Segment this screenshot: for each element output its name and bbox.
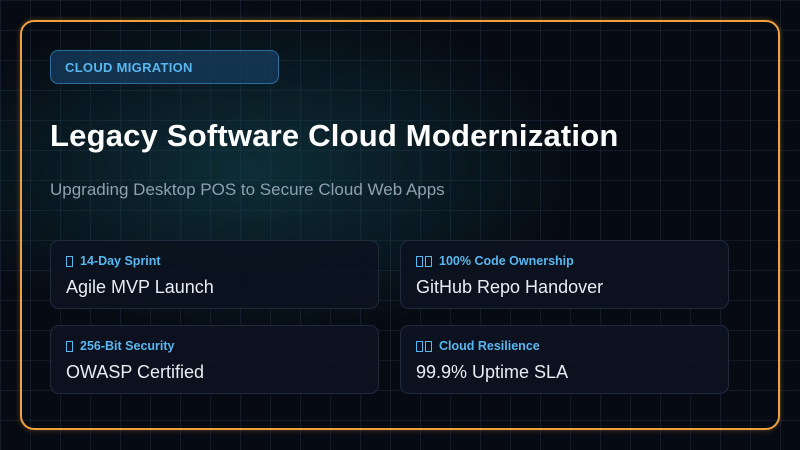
lock-icon (66, 340, 73, 352)
feature-card-label: 14-Day Sprint (66, 253, 363, 269)
feature-card-label-text: 100% Code Ownership (439, 254, 574, 268)
feature-card-value: Agile MVP Launch (66, 277, 214, 297)
page-subtitle: Upgrading Desktop POS to Secure Cloud We… (50, 180, 445, 199)
feature-card-sprint: 14-Day Sprint Agile MVP Launch (50, 240, 379, 309)
code-icon-variant (425, 255, 432, 267)
cloud-icon-variant (425, 340, 432, 352)
category-badge: CLOUD MIGRATION (50, 50, 279, 84)
calendar-icon (66, 255, 73, 267)
feature-card-code-ownership: 100% Code Ownership GitHub Repo Handover (400, 240, 729, 309)
feature-card-label: Cloud Resilience (416, 338, 713, 354)
feature-card-security: 256-Bit Security OWASP Certified (50, 325, 379, 394)
cloud-icon (416, 340, 423, 352)
feature-card-label: 100% Code Ownership (416, 253, 713, 269)
feature-card-value: GitHub Repo Handover (416, 277, 604, 297)
feature-card-label-text: Cloud Resilience (439, 339, 540, 353)
category-badge-label: CLOUD MIGRATION (65, 59, 193, 75)
feature-card-value: OWASP Certified (66, 362, 205, 382)
feature-card-label-text: 256-Bit Security (80, 339, 175, 353)
page-title: Legacy Software Cloud Modernization (50, 118, 619, 153)
feature-card-value: 99.9% Uptime SLA (416, 362, 569, 382)
code-icon (416, 255, 423, 267)
feature-card-label: 256-Bit Security (66, 338, 363, 354)
feature-card-label-text: 14-Day Sprint (80, 254, 161, 268)
feature-card-resilience: Cloud Resilience 99.9% Uptime SLA (400, 325, 729, 394)
